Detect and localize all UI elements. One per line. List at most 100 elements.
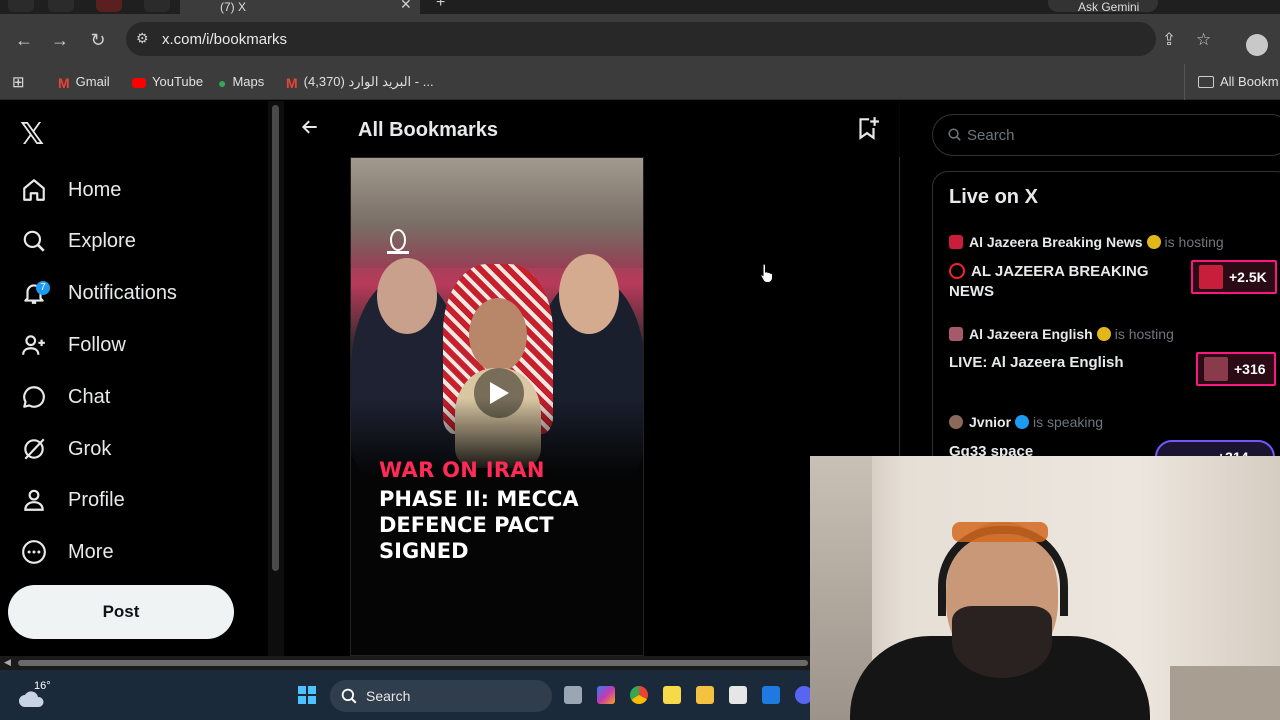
nav-follow[interactable]: Follow [20,325,126,365]
bookmark-label: Gmail [75,74,110,89]
nav-profile[interactable]: Profile [20,480,125,520]
pinned-tab[interactable] [144,0,170,12]
install-app-icon[interactable]: ⇪ [1162,30,1176,50]
x-logo-icon[interactable]: 𝕏 [20,117,44,152]
taskbar-search[interactable]: Search [330,680,552,712]
back-arrow-icon[interactable] [300,117,320,143]
active-tab[interactable]: (7) X [180,0,420,14]
horizontal-scrollbar[interactable]: ◀ [0,656,812,670]
home-icon [20,176,48,204]
host-verb: is speaking [1033,414,1104,430]
search-icon [947,127,962,147]
new-tab-icon[interactable]: + [436,0,445,12]
snipping-tool-icon[interactable] [729,686,747,704]
listeners-badge[interactable]: +316 [1196,352,1276,386]
bookmarked-video[interactable]: WAR ON IRAN PHASE II: MECCA DEFENCE PACT… [350,157,644,656]
webcam-shelf [1170,666,1280,720]
webcam-overlay [810,456,1280,720]
bookmark-label: YouTube [152,74,204,89]
pinned-tab-youtube[interactable] [96,0,122,12]
live-host-row[interactable]: Al Jazeera English is hosting [949,326,1174,342]
outlook-icon[interactable] [762,686,780,704]
bookmark-add-icon[interactable] [854,115,880,146]
pinned-tab[interactable] [48,0,74,12]
webcam-person-beard [952,606,1052,678]
url-text: x.com/i/bookmarks [162,31,288,48]
bookmark-maps[interactable]: ● Maps [218,74,264,91]
bell-icon: 7 [20,279,50,307]
nav-label: Follow [68,333,126,356]
back-icon[interactable]: ← [14,30,34,51]
nav-more[interactable]: More [20,532,114,572]
bookmarks-column: All Bookmarks WAR ON IRAN PHASE II: MECC… [284,101,900,656]
taskbar-search-label: Search [366,688,411,704]
youtube-icon [132,78,146,88]
post-button[interactable]: Post [8,585,234,639]
reload-icon[interactable]: ↻ [88,30,108,51]
live-host-row[interactable]: Al Jazeera Breaking News is hosting [949,234,1224,250]
host-avatar [949,327,963,341]
notification-badge: 7 [36,281,50,295]
scroll-left-icon[interactable]: ◀ [4,657,11,668]
bookmark-youtube[interactable]: YouTube [132,74,203,89]
nav-label: Chat [68,385,111,408]
page-title: All Bookmarks [358,119,499,141]
ask-gemini-label: Ask Gemini [1078,0,1140,14]
tab-close-icon[interactable]: ✕ [400,0,412,13]
chrome-icon[interactable] [630,686,648,704]
divider [1184,64,1185,100]
nav-chat[interactable]: Chat [20,377,110,417]
nav-label: Grok [68,437,112,460]
tab-title: (7) X [220,0,247,14]
search-input[interactable]: Search [932,114,1280,156]
host-name: Al Jazeera English [969,326,1093,342]
live-space-label: AL JAZEERA BREAKING NEWS [949,263,1149,300]
ask-gemini-button[interactable]: Ask Gemini [1048,0,1158,14]
all-bookmarks-folder[interactable]: All Bookm [1198,74,1279,89]
nav-explore[interactable]: Explore [20,221,136,261]
grok-icon [20,435,48,463]
browser-toolbar: ← → ↻ ⚙ x.com/i/bookmarks ⇪ ☆ [0,14,1280,64]
screen: (7) X ✕ + Ask Gemini ← → ↻ ⚙ x.com/i/boo… [0,0,1280,720]
apps-grid-icon[interactable]: ⊞ [12,73,25,91]
file-explorer-icon[interactable] [696,686,714,704]
live-space-title[interactable]: LIVE: Al Jazeera English [949,353,1179,373]
headline-red: WAR ON IRAN [379,458,545,482]
bookmark-gmail[interactable]: M Gmail [58,74,110,91]
live-dot-icon [949,263,965,279]
host-verb: is hosting [1164,234,1224,250]
maps-pin-icon: ● [218,75,227,91]
sticky-notes-icon[interactable] [663,686,681,704]
live-host-row[interactable]: Jvnior is speaking [949,414,1103,430]
gmail-icon: M [58,75,70,91]
play-button[interactable] [474,368,524,418]
host-avatar [949,415,963,429]
headline-white: PHASE II: MECCA DEFENCE PACT SIGNED [379,487,579,563]
bookmark-star-icon[interactable]: ☆ [1196,30,1211,50]
address-bar[interactable]: ⚙ x.com/i/bookmarks [126,22,1156,56]
left-scrollbar[interactable] [268,101,284,656]
left-navigation: 𝕏 Home Explore 7 Notifications Follow Ch… [0,101,268,656]
task-view-icon[interactable] [564,686,582,704]
folder-icon [1198,76,1214,88]
copilot-icon[interactable] [597,686,615,704]
live-space-title[interactable]: AL JAZEERA BREAKING NEWS [949,262,1179,302]
search-icon [20,227,48,255]
listener-avatar [1199,265,1223,289]
bookmark-inbox[interactable]: M (4,370) البريد الوارد - ... [286,74,434,91]
profile-avatar[interactable] [1246,34,1268,56]
nav-label: More [68,540,114,563]
site-info-icon[interactable]: ⚙ [136,30,149,47]
windows-start-icon[interactable] [298,686,316,704]
listeners-badge[interactable]: +2.5K [1191,260,1277,294]
forward-icon[interactable]: → [50,30,70,51]
nav-home[interactable]: Home [20,170,121,210]
nav-label: Home [68,178,122,201]
nav-grok[interactable]: Grok [20,429,111,469]
add-person-icon [20,331,48,359]
tab-search-button[interactable] [8,0,34,12]
nav-notifications[interactable]: 7 Notifications [20,273,177,313]
nav-label: Profile [68,488,125,511]
scrollbar-thumb[interactable] [272,105,279,571]
scrollbar-thumb[interactable] [18,660,808,666]
